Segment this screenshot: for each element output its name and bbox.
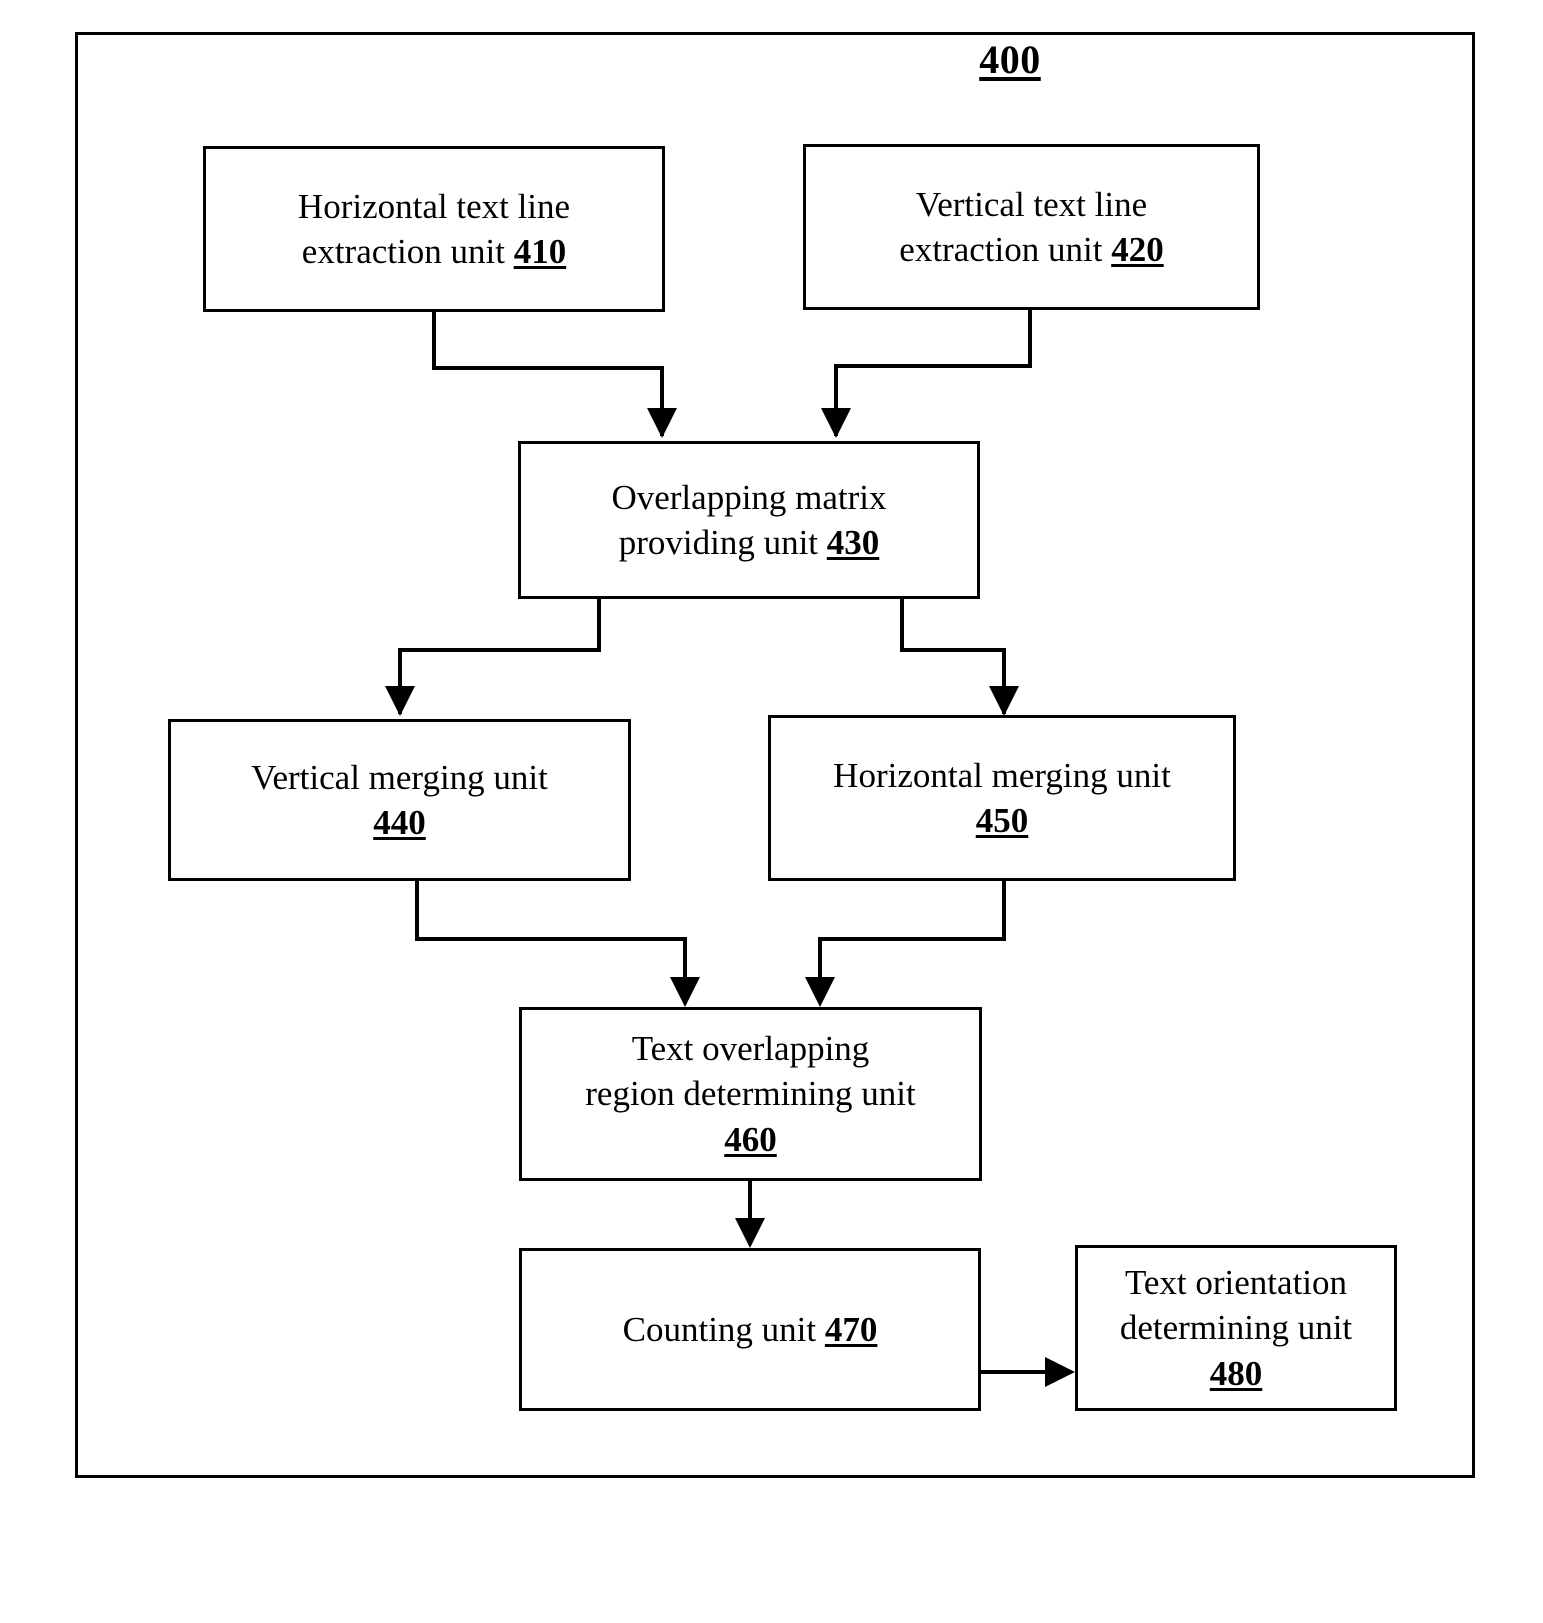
edge-410-430-segment-v1	[432, 310, 436, 370]
edge-470-480-segment-h1	[980, 1370, 1048, 1374]
edge-460-470-arrowhead	[735, 1218, 765, 1248]
edge-430-450-segment-h1	[900, 648, 1006, 652]
edge-430-450-arrowhead	[989, 686, 1019, 716]
node-counting-unit[interactable]: Counting unit 470	[519, 1248, 981, 1411]
figure-page: 400 Horizontal text line extraction unit …	[0, 0, 1543, 1623]
edge-430-440-segment-h1	[398, 648, 600, 652]
node-480-label: Text orientation determining unit 480	[1119, 1262, 1353, 1393]
edge-410-430-arrowhead	[647, 408, 677, 438]
edge-450-460-arrowhead	[805, 977, 835, 1007]
node-text-orientation-determining-unit[interactable]: Text orientation determining unit 480	[1075, 1245, 1397, 1411]
node-470-label: Counting unit 470	[622, 1309, 878, 1349]
edge-440-460-arrowhead	[670, 977, 700, 1007]
edge-450-460-segment-h1	[818, 937, 1006, 941]
node-460-label: Text overlapping region determining unit 4…	[585, 1028, 916, 1159]
node-410-label: Horizontal text line extraction unit 410	[297, 186, 571, 272]
node-vertical-merging-unit[interactable]: Vertical merging unit 440	[168, 719, 631, 881]
edge-420-430-segment-h1	[834, 364, 1032, 368]
node-text-overlapping-region-determining-unit[interactable]: Text overlapping region determining unit 4…	[519, 1007, 982, 1181]
node-horizontal-merging-unit[interactable]: Horizontal merging unit 450	[768, 715, 1236, 881]
node-450-label: Horizontal merging unit 450	[833, 755, 1171, 841]
edge-470-480-arrowhead	[1045, 1357, 1075, 1387]
edge-420-430-segment-v1	[1028, 308, 1032, 368]
edge-440-460-segment-h1	[415, 937, 687, 941]
edge-420-430-arrowhead	[821, 408, 851, 438]
edge-410-430-segment-h1	[432, 366, 664, 370]
edge-440-460-segment-v1	[415, 878, 419, 940]
edge-430-440-arrowhead	[385, 686, 415, 716]
node-430-label: Overlapping matrix providing unit 430	[611, 477, 887, 563]
edge-430-450-segment-v1	[900, 597, 904, 652]
node-420-label: Vertical text line extraction unit 420	[899, 184, 1164, 270]
node-overlapping-matrix-providing-unit[interactable]: Overlapping matrix providing unit 430	[518, 441, 980, 599]
figure-number-400: 400	[979, 37, 1041, 82]
edge-450-460-segment-v1	[1002, 878, 1006, 940]
node-horizontal-text-line-extraction-unit[interactable]: Horizontal text line extraction unit 410	[203, 146, 665, 312]
node-440-label: Vertical merging unit 440	[251, 757, 548, 843]
node-vertical-text-line-extraction-unit[interactable]: Vertical text line extraction unit 420	[803, 144, 1260, 310]
edge-430-440-segment-v1	[597, 597, 601, 652]
